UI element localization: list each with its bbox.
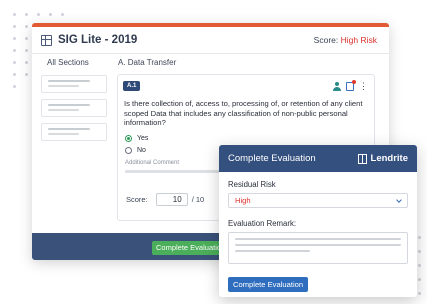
chevron-down-icon — [396, 196, 402, 203]
question-header: A.1 ⋮ — [123, 79, 368, 92]
radio-unselected-icon[interactable] — [125, 146, 132, 154]
question-id-badge: A.1 — [123, 81, 141, 91]
assign-user-icon[interactable] — [333, 81, 341, 91]
evaluation-remark-label: Evaluation Remark: — [228, 219, 297, 228]
residual-risk-select[interactable]: High — [228, 193, 408, 208]
document-icon — [41, 34, 52, 46]
question-text: Is there collection of, access to, proce… — [124, 99, 363, 128]
question-actions: ⋮ — [333, 79, 368, 91]
residual-risk-label: Residual Risk — [228, 180, 276, 189]
sidebar-item[interactable] — [41, 123, 107, 141]
panel-header: Complete Evaluation Lendrite — [219, 145, 417, 172]
panel-body: Residual Risk High Evaluation Remark: Co… — [219, 172, 417, 292]
score-risk-value: High Risk — [340, 35, 377, 45]
sections-sidebar: All Sections — [41, 55, 107, 147]
window-header: SIG Lite - 2019 Score: High Risk — [32, 27, 389, 54]
sidebar-item[interactable] — [41, 75, 107, 93]
window-title: SIG Lite - 2019 — [58, 34, 138, 46]
task-icon[interactable] — [346, 79, 356, 91]
residual-risk-value: High — [235, 196, 251, 205]
brand-name: Lendrite — [370, 153, 408, 164]
more-options-icon[interactable]: ⋮ — [359, 81, 368, 91]
option-yes[interactable]: Yes — [125, 134, 368, 142]
radio-selected-icon[interactable] — [125, 134, 132, 142]
evaluation-remark-field[interactable] — [228, 232, 408, 264]
overall-score: Score: High Risk — [314, 35, 377, 45]
sidebar-title: All Sections — [47, 58, 89, 67]
panel-complete-button[interactable]: Complete Evaluation — [228, 277, 309, 292]
question-score-label: Score: — [126, 194, 148, 204]
score-label: Score: — [313, 35, 339, 45]
question-score-input[interactable]: 10 — [155, 192, 188, 206]
panel-title: Complete Evaluation — [228, 153, 316, 164]
option-yes-label: Yes — [137, 134, 149, 142]
sidebar-item[interactable] — [41, 99, 107, 117]
brand-logo: Lendrite — [357, 153, 408, 164]
lendrite-logo-icon — [357, 153, 367, 164]
question-score-max: / 10 — [191, 194, 205, 204]
section-title: A. Data Transfer — [118, 58, 177, 67]
option-no-label: No — [137, 146, 146, 154]
complete-evaluation-panel: Complete Evaluation Lendrite Residual Ri… — [219, 145, 417, 297]
screenshot-stage: SIG Lite - 2019 Score: High Risk All Sec… — [0, 0, 427, 304]
